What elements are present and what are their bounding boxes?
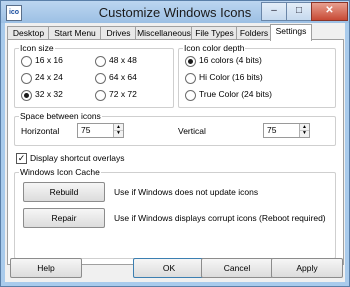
horizontal-spinner[interactable]: 75 ▲ ▼ <box>77 123 124 138</box>
dialog-body: Desktop Start Menu Drives Miscellaneous … <box>5 23 345 282</box>
radio-32x32-label: 32 x 32 <box>35 89 63 99</box>
radio-48x48[interactable] <box>95 56 106 67</box>
spacing-group: Space between icons Horizontal 75 ▲ ▼ Ve… <box>14 111 336 146</box>
radio-16-colors-label: 16 colors (4 bits) <box>199 55 262 65</box>
icon-cache-label: Windows Icon Cache <box>19 167 101 177</box>
radio-32x32[interactable] <box>21 90 32 101</box>
shortcut-overlays-checkbox[interactable]: ✓ <box>16 153 27 164</box>
repair-description: Use if Windows displays corrupt icons (R… <box>114 213 326 223</box>
minimize-button[interactable]: – <box>261 2 287 21</box>
ok-button[interactable]: OK <box>133 258 205 278</box>
tab-miscellaneous[interactable]: Miscellaneous <box>135 26 193 40</box>
color-depth-label: Icon color depth <box>183 43 246 53</box>
radio-true-color[interactable] <box>185 90 196 101</box>
tab-strip: Desktop Start Menu Drives Miscellaneous … <box>7 24 343 41</box>
color-depth-group: Icon color depth 16 colors (4 bits) Hi C… <box>178 43 336 108</box>
tab-start-menu[interactable]: Start Menu <box>48 26 102 40</box>
app-window: ico Customize Windows Icons – □ ✕ Deskto… <box>0 0 350 287</box>
tab-file-types[interactable]: File Types <box>191 26 238 40</box>
radio-true-color-label: True Color (24 bits) <box>199 89 272 99</box>
radio-hi-color[interactable] <box>185 73 196 84</box>
radio-64x64[interactable] <box>95 73 106 84</box>
close-button[interactable]: ✕ <box>311 2 348 21</box>
help-button[interactable]: Help <box>10 258 82 278</box>
icon-size-group: Icon size 16 x 16 48 x 48 24 x 24 64 x 6… <box>14 43 174 108</box>
tab-folders[interactable]: Folders <box>236 26 272 40</box>
radio-16-colors[interactable] <box>185 56 196 67</box>
tab-drives[interactable]: Drives <box>100 26 137 40</box>
radio-16x16[interactable] <box>21 56 32 67</box>
radio-16x16-label: 16 x 16 <box>35 55 63 65</box>
rebuild-button[interactable]: Rebuild <box>23 182 105 202</box>
vertical-spinner[interactable]: 75 ▲ ▼ <box>263 123 310 138</box>
maximize-button[interactable]: □ <box>286 2 312 21</box>
radio-72x72-label: 72 x 72 <box>109 89 137 99</box>
icon-size-label: Icon size <box>19 43 55 53</box>
horizontal-value[interactable]: 75 <box>81 125 90 135</box>
spacing-label: Space between icons <box>19 111 102 121</box>
apply-button[interactable]: Apply <box>271 258 343 278</box>
radio-hi-color-label: Hi Color (16 bits) <box>199 72 263 82</box>
radio-72x72[interactable] <box>95 90 106 101</box>
tab-settings[interactable]: Settings <box>270 24 312 41</box>
radio-24x24[interactable] <box>21 73 32 84</box>
tab-desktop[interactable]: Desktop <box>7 26 50 40</box>
vertical-value[interactable]: 75 <box>267 125 276 135</box>
rebuild-description: Use if Windows does not update icons <box>114 187 259 197</box>
radio-64x64-label: 64 x 64 <box>109 72 137 82</box>
title-bar[interactable]: ico Customize Windows Icons – □ ✕ <box>1 1 349 23</box>
spin-down-icon[interactable]: ▼ <box>114 130 123 136</box>
shortcut-overlays-label: Display shortcut overlays <box>30 153 125 163</box>
settings-page: Icon size 16 x 16 48 x 48 24 x 24 64 x 6… <box>7 39 344 265</box>
horizontal-spin-buttons: ▲ ▼ <box>113 124 123 137</box>
vertical-spin-buttons: ▲ ▼ <box>299 124 309 137</box>
radio-48x48-label: 48 x 48 <box>109 55 137 65</box>
repair-button[interactable]: Repair <box>23 208 105 228</box>
spin-down-icon[interactable]: ▼ <box>300 130 309 136</box>
vertical-label: Vertical <box>178 126 206 136</box>
cancel-button[interactable]: Cancel <box>201 258 273 278</box>
icon-cache-group: Windows Icon Cache Rebuild Use if Window… <box>14 167 336 259</box>
horizontal-label: Horizontal <box>21 126 60 136</box>
radio-24x24-label: 24 x 24 <box>35 72 63 82</box>
